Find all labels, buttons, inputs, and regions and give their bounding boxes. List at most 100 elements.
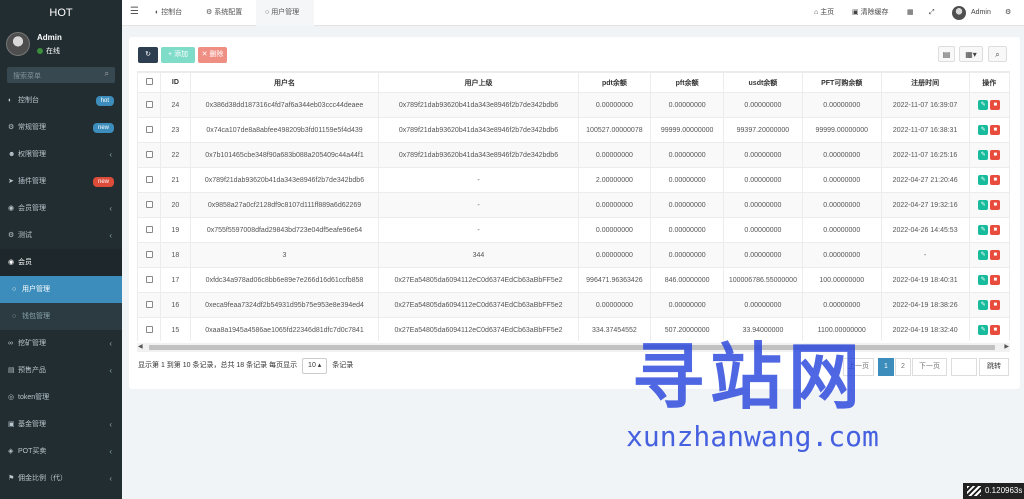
scroll-left-icon[interactable]: ◀ bbox=[138, 343, 143, 350]
row-checkbox[interactable] bbox=[145, 200, 153, 208]
edit-icon[interactable]: ✎ bbox=[978, 125, 989, 135]
edit-icon[interactable]: ✎ bbox=[978, 100, 989, 110]
tab-user-management[interactable]: ○ 用户管理 bbox=[256, 0, 314, 26]
row-checkbox[interactable] bbox=[145, 225, 153, 233]
online-dot-icon bbox=[37, 48, 43, 54]
search-icon[interactable]: ⌕ bbox=[105, 69, 109, 79]
row-checkbox[interactable] bbox=[145, 250, 153, 258]
scrollbar-thumb[interactable] bbox=[149, 345, 995, 350]
trash-icon[interactable]: ■ bbox=[990, 300, 1001, 310]
prev-page-button[interactable]: 上一页 bbox=[843, 358, 874, 376]
sidebar-item-13[interactable]: ◈ POT买卖 ‹ bbox=[0, 438, 122, 465]
jump-button[interactable]: 跳转 bbox=[979, 358, 1009, 376]
trash-icon[interactable]: ■ bbox=[990, 325, 1001, 335]
select-all-checkbox[interactable] bbox=[145, 78, 153, 85]
row-checkbox[interactable] bbox=[145, 125, 153, 133]
clear-cache-button[interactable]: ▣ 清除缓存 bbox=[852, 0, 889, 26]
row-checkbox[interactable] bbox=[145, 275, 153, 283]
column-header-register-time[interactable]: 注册时间 bbox=[880, 72, 970, 93]
cell-username: 0x386d38dd187316c4fd7af6a344eb03ccc44dea… bbox=[189, 92, 380, 118]
sidebar-item-11[interactable]: ◎ token管理 bbox=[0, 384, 122, 411]
chevron-left-icon: ‹ bbox=[109, 366, 112, 375]
edit-icon[interactable]: ✎ bbox=[978, 300, 989, 310]
column-header-parent[interactable]: 用户上级 bbox=[378, 72, 579, 93]
sidebar-search-input[interactable]: 搜索菜单 ⌕ bbox=[7, 67, 115, 83]
sidebar-item-label: 挖矿管理 bbox=[18, 340, 46, 347]
column-header-pdt[interactable]: pdt余额 bbox=[577, 72, 652, 93]
fullscreen-icon[interactable]: ⤢ bbox=[929, 0, 935, 26]
trash-icon[interactable]: ■ bbox=[990, 175, 1001, 185]
sidebar-item-label: token管理 bbox=[18, 394, 50, 401]
delete-button[interactable]: ✕ 删除 bbox=[198, 47, 227, 63]
refresh-button[interactable]: ↻ bbox=[138, 47, 158, 63]
trash-icon[interactable]: ■ bbox=[990, 125, 1001, 135]
trash-icon[interactable]: ■ bbox=[990, 200, 1001, 210]
app-logo[interactable]: HOT bbox=[0, 0, 122, 26]
cell-usdt: 0.00000000 bbox=[723, 217, 803, 243]
row-checkbox[interactable] bbox=[145, 150, 153, 158]
page-1-button[interactable]: 1 bbox=[878, 358, 894, 376]
columns-dropdown[interactable]: ▦▾ bbox=[959, 46, 983, 62]
next-page-button[interactable]: 下一页 bbox=[912, 358, 947, 376]
cell-pdt: 0.00000000 bbox=[577, 292, 652, 318]
edit-icon[interactable]: ✎ bbox=[978, 200, 989, 210]
trash-icon[interactable]: ■ bbox=[990, 250, 1001, 260]
add-button[interactable]: + 添加 bbox=[161, 47, 195, 63]
sidebar-item-10[interactable]: ▤ 预售产品 ‹ bbox=[0, 357, 122, 384]
column-header-pft[interactable]: pft余额 bbox=[650, 72, 725, 93]
sidebar-item-9[interactable]: ∞ 挖矿管理 ‹ bbox=[0, 330, 122, 357]
edit-icon[interactable]: ✎ bbox=[978, 175, 989, 185]
language-icon[interactable]: ▦ bbox=[907, 0, 914, 26]
trash-icon[interactable]: ■ bbox=[990, 275, 1001, 285]
row-checkbox[interactable] bbox=[145, 325, 153, 333]
chevron-left-icon: ‹ bbox=[109, 447, 112, 456]
toggle-view-button[interactable]: ▤ bbox=[938, 46, 955, 62]
column-header-id[interactable]: ID bbox=[160, 72, 191, 93]
horizontal-scrollbar[interactable]: ◀ ▶ bbox=[137, 343, 1010, 352]
sidebar-item-1[interactable]: ⚙ 常规管理 new bbox=[0, 114, 122, 141]
row-checkbox[interactable] bbox=[145, 300, 153, 308]
sidebar-item-0[interactable]: ◐ 控制台 hot bbox=[0, 87, 122, 114]
sidebar-item-14[interactable]: ⚑ 佣金比例（代） ‹ bbox=[0, 465, 122, 492]
cell-usdt: 99397.20000000 bbox=[723, 117, 803, 143]
column-header-username[interactable]: 用户名 bbox=[189, 72, 380, 93]
sidebar-item-7[interactable]: ○ 用户管理 bbox=[0, 276, 122, 303]
column-header-pft-purchasable[interactable]: PFT可购余额 bbox=[801, 72, 882, 93]
row-checkbox[interactable] bbox=[145, 175, 153, 183]
scroll-right-icon[interactable]: ▶ bbox=[1004, 343, 1009, 350]
sidebar-item-6[interactable]: ◉ 会员 bbox=[0, 249, 122, 276]
edit-icon[interactable]: ✎ bbox=[978, 250, 989, 260]
edit-icon[interactable]: ✎ bbox=[978, 225, 989, 235]
user-table: ID 用户名 用户上级 pdt余额 pft余额 usdt余额 PFT可购余额 注… bbox=[137, 71, 1010, 341]
tab-system-config[interactable]: ⚙ 系统配置 bbox=[198, 0, 258, 26]
sidebar-item-2[interactable]: ☻ 权限管理 ‹ bbox=[0, 141, 122, 168]
jump-page-input[interactable] bbox=[951, 358, 977, 376]
trash-icon[interactable]: ■ bbox=[990, 225, 1001, 235]
edit-icon[interactable]: ✎ bbox=[978, 150, 989, 160]
sidebar-search-placeholder: 搜索菜单 bbox=[13, 73, 41, 80]
cell-usdt: 0.00000000 bbox=[723, 92, 803, 118]
page-size-select[interactable]: 10 ▴ bbox=[302, 358, 328, 374]
admin-menu[interactable]: Admin bbox=[971, 0, 991, 26]
sidebar-item-4[interactable]: ◉ 会员管理 ‹ bbox=[0, 195, 122, 222]
home-link[interactable]: ⌂ 主页 bbox=[814, 0, 834, 26]
sidebar-item-3[interactable]: ➤ 插件管理 new bbox=[0, 168, 122, 195]
trash-icon[interactable]: ■ bbox=[990, 150, 1001, 160]
settings-icon[interactable]: ⚙ bbox=[1005, 0, 1011, 26]
menu-toggle-icon[interactable]: ☰ bbox=[130, 6, 139, 17]
sidebar-item-12[interactable]: ▣ 基金管理 ‹ bbox=[0, 411, 122, 438]
tab-dashboard[interactable]: ◐ 控制台 bbox=[146, 0, 196, 26]
row-select-cell bbox=[137, 192, 162, 218]
edit-icon[interactable]: ✎ bbox=[978, 325, 989, 335]
avatar[interactable] bbox=[952, 6, 966, 20]
chevron-left-icon: ‹ bbox=[109, 231, 112, 240]
cell-pdt: 100527.00000078 bbox=[577, 117, 652, 143]
sidebar-item-8[interactable]: ○ 钱包管理 bbox=[0, 303, 122, 330]
trash-icon[interactable]: ■ bbox=[990, 100, 1001, 110]
sidebar-item-5[interactable]: ⚙ 测试 ‹ bbox=[0, 222, 122, 249]
edit-icon[interactable]: ✎ bbox=[978, 275, 989, 285]
column-header-usdt[interactable]: usdt余额 bbox=[723, 72, 803, 93]
row-checkbox[interactable] bbox=[145, 100, 153, 108]
search-button[interactable]: ⌕ bbox=[988, 46, 1007, 62]
page-2-button[interactable]: 2 bbox=[895, 358, 911, 376]
